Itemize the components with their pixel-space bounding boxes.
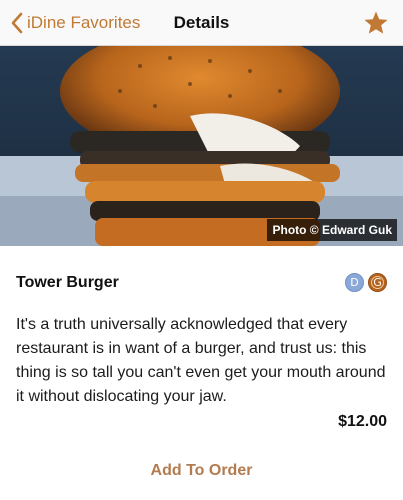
- star-icon[interactable]: [363, 10, 389, 36]
- item-description: It's a truth universally acknowledged th…: [16, 316, 386, 405]
- photo-credit: Photo © Edward Guk: [267, 219, 397, 241]
- chevron-left-icon: [11, 12, 23, 34]
- item-price: $12.00: [338, 413, 387, 430]
- item-name: Tower Burger: [16, 274, 119, 291]
- food-photo: Photo © Edward Guk: [0, 46, 403, 246]
- back-button[interactable]: iDine Favorites: [10, 10, 140, 36]
- restriction-badge-g: G: [368, 273, 387, 292]
- navigation-bar: iDine Favorites Details: [0, 0, 403, 46]
- back-button-label: iDine Favorites: [27, 13, 141, 32]
- restriction-badge-d: D: [345, 273, 364, 292]
- add-to-order-button[interactable]: Add To Order: [0, 462, 403, 480]
- burger-image: [0, 46, 403, 246]
- restriction-badges: D G: [345, 273, 387, 292]
